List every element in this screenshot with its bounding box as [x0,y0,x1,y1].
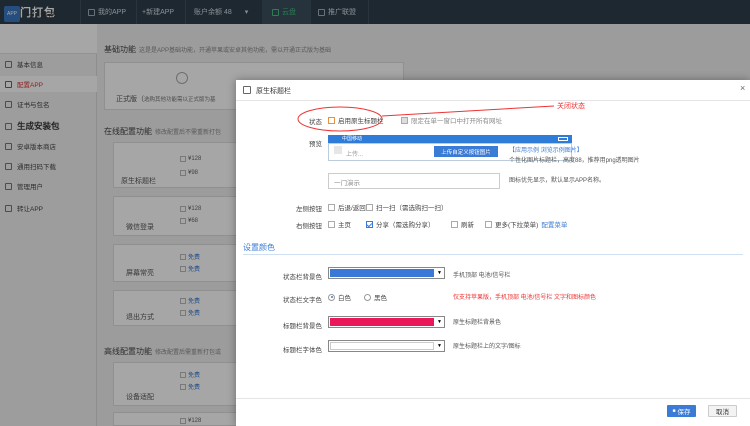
divider [236,398,750,399]
checkbox-checked[interactable] [366,220,373,228]
title-input-placeholder: 一门演示 [334,180,360,187]
option-label: 主页 [338,222,351,229]
right-option-more[interactable]: 更多(下拉菜单) 配置菜单 [485,219,567,229]
close-icon[interactable]: × [740,83,745,93]
config-menu-link[interactable]: 配置菜单 [541,219,567,229]
option-label: 分享（需选购分享） [376,222,435,229]
option-label: 黑色 [374,295,387,302]
title-bg-label: 标题栏背景色 [283,323,322,330]
window-icon [243,86,251,94]
status-text-black-option[interactable]: 黑色 [364,292,387,302]
option-label: 刷新 [461,222,474,229]
status-text-hint: 仅支持苹果版，手机顶部 电池/信号栏 文字和图标颜色 [453,295,597,301]
color-fill [330,269,434,277]
preview-carrier: 中国移动 [342,136,363,142]
right-option-refresh[interactable]: 刷新 [451,219,474,229]
title-text-color-picker[interactable]: ▼ [328,340,445,352]
limit-window-checkbox[interactable] [401,116,408,124]
upload-button[interactable]: 上传自定义按钮图片 [434,146,498,157]
checkbox[interactable] [451,220,458,228]
image-icon [334,146,342,154]
upload-hint: 个性化图片标题栏，高度88，推荐用png透明图片 [509,158,640,164]
left-option-scan[interactable]: 扫一扫（需选购扫一扫） [366,202,448,212]
option-label: 后退/返回 [338,205,366,212]
dialog-header [236,80,750,101]
checkbox[interactable] [366,203,373,211]
save-button[interactable]: ■ 保存 [667,405,696,417]
option-label: 白色 [338,295,351,302]
preview-label: 预览 [309,141,322,148]
radio[interactable] [364,293,371,301]
dialog-title: 原生标题栏 [256,88,291,95]
option-label: 启用原生标题栏 [338,118,384,125]
save-icon: ■ [672,408,676,414]
title-text-hint: 原生标题栏上的文字/图标 [453,344,521,350]
enable-native-checkbox[interactable] [328,116,335,124]
option-label: 更多(下拉菜单) [495,222,539,229]
title-bg-color-picker[interactable]: ▼ [328,316,445,328]
save-label: 保存 [677,409,691,416]
option-label: 限定在单一窗口中打开所有网址 [411,118,502,125]
left-option-back[interactable]: 后退/返回 [328,202,366,212]
right-option-home[interactable]: 主页 [328,219,351,229]
status-bg-hint: 手机顶部 电池/信号栏 [453,273,511,279]
status-text-white-option[interactable]: 白色 [328,292,351,302]
battery-icon [558,137,568,141]
chevron-down-icon: ▼ [437,270,442,276]
status-bg-color-picker[interactable]: ▼ [328,267,445,279]
title-hint: 图标优先显示，默认显示APP名称。 [509,178,606,184]
status-text-label: 状态栏文字色 [283,297,322,304]
limit-window-option[interactable]: 限定在单一窗口中打开所有网址 [401,115,502,125]
enable-native-option[interactable]: 启用原生标题栏 [328,115,384,125]
color-fill [330,318,434,326]
status-bg-label: 状态栏背景色 [283,274,322,281]
title-text-label: 标题栏字体色 [283,347,322,354]
right-option-share[interactable]: 分享（需选购分享） [366,219,435,229]
right-button-label: 右侧按钮 [296,223,322,230]
status-label: 状态 [309,119,322,126]
radio-checked[interactable] [328,293,335,301]
chevron-down-icon: ▼ [437,343,442,349]
title-bg-hint: 原生标题栏背景色 [453,320,502,326]
cancel-button[interactable]: 取消 [708,405,737,417]
example-link[interactable]: 【应用示例 [509,148,539,154]
preview-status-bar: 中国移动 [328,135,572,143]
checkbox[interactable] [328,203,335,211]
checkbox[interactable] [328,220,335,228]
option-label: 扫一扫（需选购扫一扫） [376,205,448,212]
chevron-down-icon: ▼ [437,319,442,325]
example-links: 【应用示例 浏览示例图片】 [509,145,583,154]
divider [243,254,743,255]
browse-example-link[interactable]: 浏览示例图片】 [541,148,583,154]
upload-placeholder: 上传... [346,152,364,158]
checkbox[interactable] [485,220,492,228]
left-button-label: 左侧按钮 [296,206,322,213]
color-section-title: 设置颜色 [243,243,275,252]
color-fill [330,342,434,350]
